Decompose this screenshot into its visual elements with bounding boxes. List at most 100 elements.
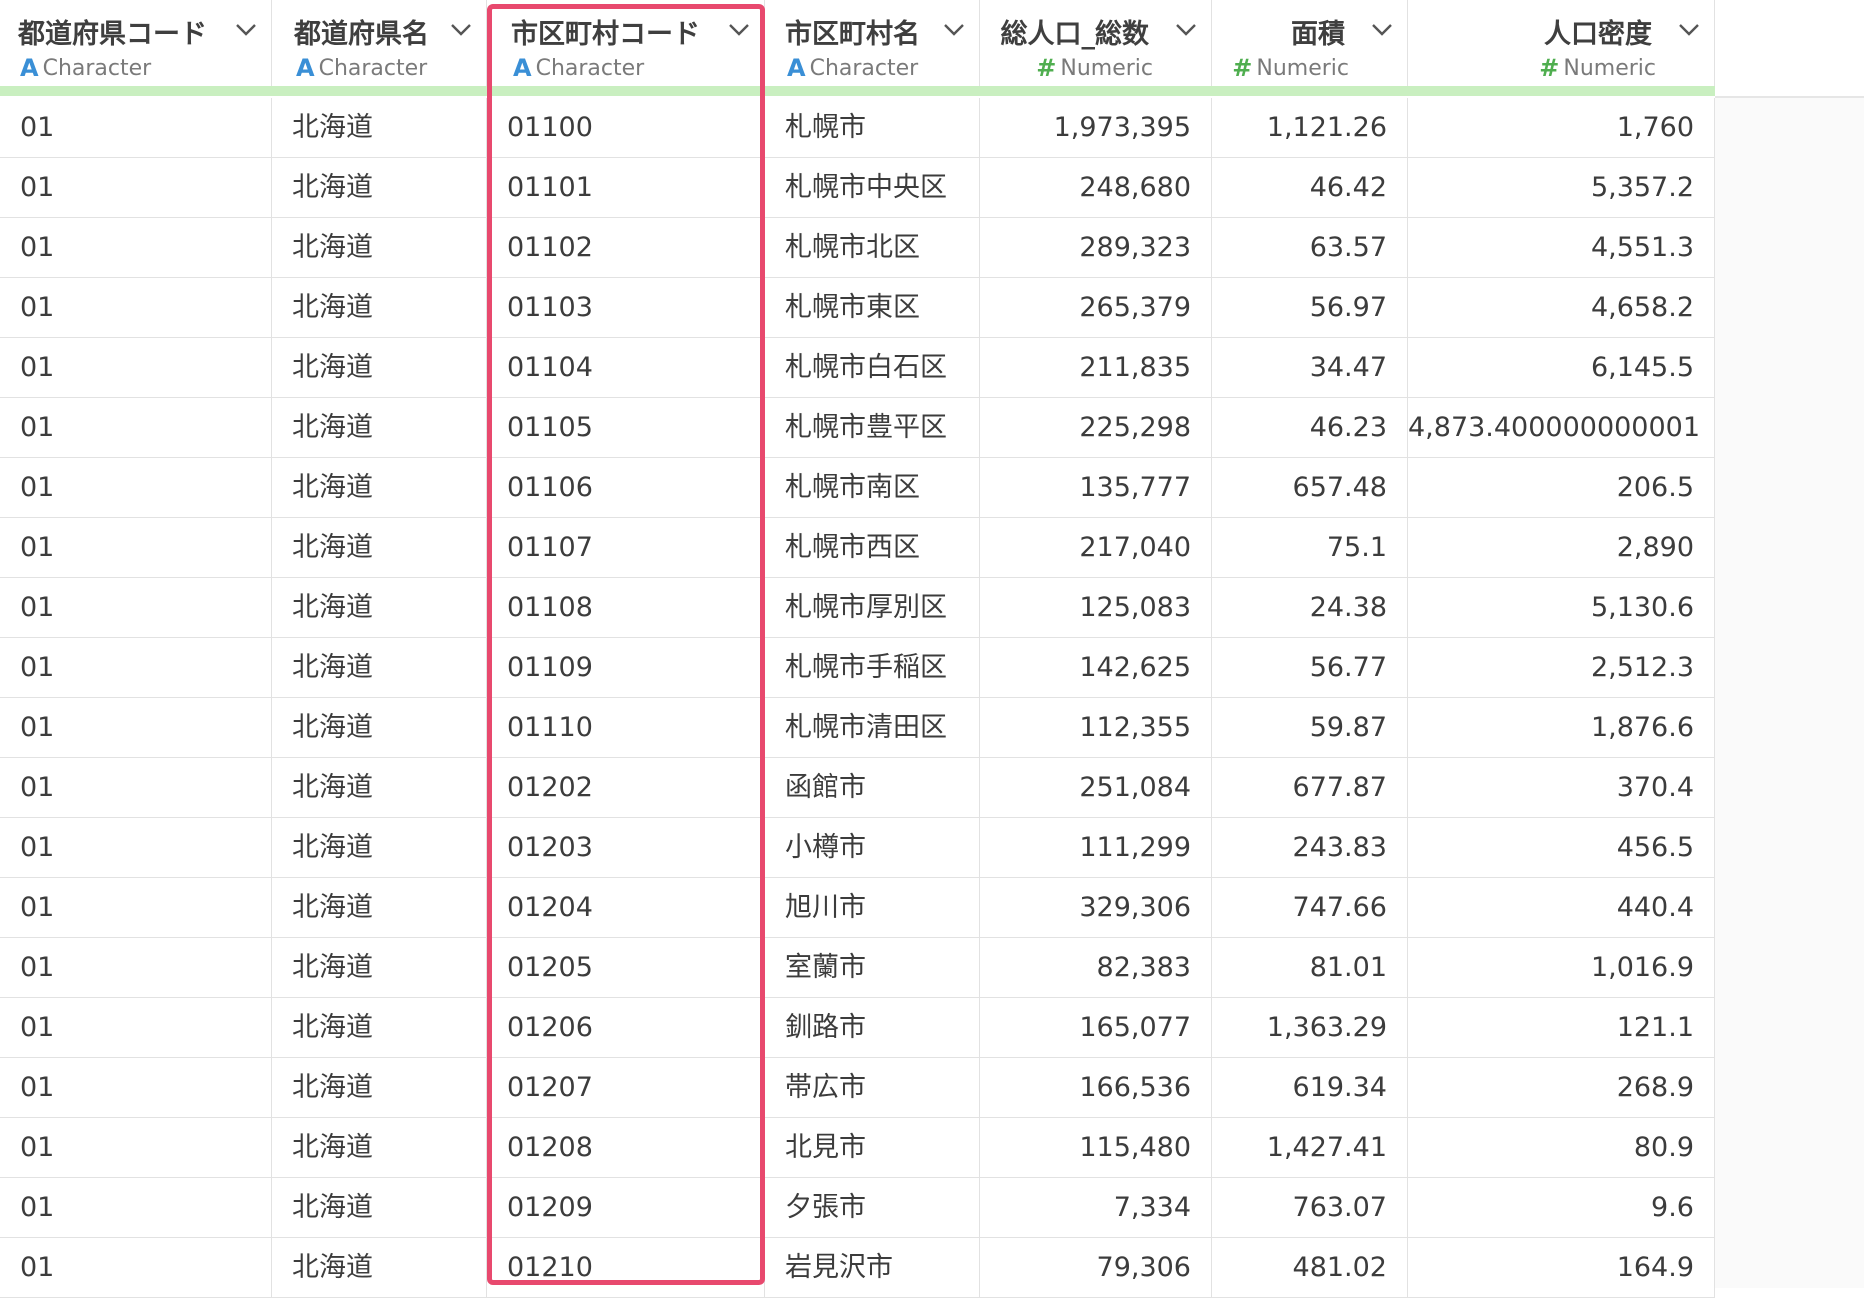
column-header-4[interactable]: 総人口_総数 # Numeric bbox=[980, 0, 1212, 88]
table-cell[interactable]: 206.5 bbox=[1408, 458, 1715, 518]
column-header-6[interactable]: 人口密度 # Numeric bbox=[1408, 0, 1715, 88]
table-cell[interactable]: 北海道 bbox=[272, 98, 487, 158]
table-cell[interactable]: 01 bbox=[0, 698, 272, 758]
table-cell[interactable]: 01 bbox=[0, 818, 272, 878]
table-row[interactable]: 01 北海道 01208 北見市 115,480 1,427.41 80.9 bbox=[0, 1118, 1715, 1178]
table-cell[interactable]: 01 bbox=[0, 758, 272, 818]
table-cell[interactable]: 北海道 bbox=[272, 878, 487, 938]
table-row[interactable]: 01 北海道 01108 札幌市厚別区 125,083 24.38 5,130.6 bbox=[0, 578, 1715, 638]
table-cell[interactable]: 01105 bbox=[487, 398, 765, 458]
table-cell[interactable]: 243.83 bbox=[1212, 818, 1408, 878]
table-cell[interactable]: 札幌市北区 bbox=[765, 218, 980, 278]
table-cell[interactable]: 釧路市 bbox=[765, 998, 980, 1058]
table-cell[interactable]: 135,777 bbox=[980, 458, 1212, 518]
table-cell[interactable]: 01 bbox=[0, 398, 272, 458]
table-cell[interactable]: 夕張市 bbox=[765, 1178, 980, 1238]
table-cell[interactable]: 01 bbox=[0, 218, 272, 278]
table-cell[interactable]: 329,306 bbox=[980, 878, 1212, 938]
table-cell[interactable]: 北海道 bbox=[272, 398, 487, 458]
table-cell[interactable]: 01100 bbox=[487, 98, 765, 158]
table-cell[interactable]: 4,551.3 bbox=[1408, 218, 1715, 278]
table-cell[interactable]: 481.02 bbox=[1212, 1238, 1408, 1298]
table-cell[interactable]: 56.97 bbox=[1212, 278, 1408, 338]
table-cell[interactable]: 岩見沢市 bbox=[765, 1238, 980, 1298]
table-cell[interactable]: 82,383 bbox=[980, 938, 1212, 998]
table-cell[interactable]: 01104 bbox=[487, 338, 765, 398]
table-cell[interactable]: 01 bbox=[0, 878, 272, 938]
table-cell[interactable]: 01203 bbox=[487, 818, 765, 878]
table-cell[interactable]: 166,536 bbox=[980, 1058, 1212, 1118]
table-cell[interactable]: 2,512.3 bbox=[1408, 638, 1715, 698]
table-cell[interactable]: 01101 bbox=[487, 158, 765, 218]
table-cell[interactable]: 164.9 bbox=[1408, 1238, 1715, 1298]
table-cell[interactable]: 01 bbox=[0, 98, 272, 158]
table-row[interactable]: 01 北海道 01104 札幌市白石区 211,835 34.47 6,145.5 bbox=[0, 338, 1715, 398]
table-cell[interactable]: 265,379 bbox=[980, 278, 1212, 338]
table-cell[interactable]: 01209 bbox=[487, 1178, 765, 1238]
table-cell[interactable]: 1,876.6 bbox=[1408, 698, 1715, 758]
table-cell[interactable]: 111,299 bbox=[980, 818, 1212, 878]
table-cell[interactable]: 札幌市中央区 bbox=[765, 158, 980, 218]
table-row[interactable]: 01 北海道 01210 岩見沢市 79,306 481.02 164.9 bbox=[0, 1238, 1715, 1298]
table-cell[interactable]: 59.87 bbox=[1212, 698, 1408, 758]
table-cell[interactable]: 札幌市南区 bbox=[765, 458, 980, 518]
table-cell[interactable]: 01108 bbox=[487, 578, 765, 638]
table-cell[interactable]: 01207 bbox=[487, 1058, 765, 1118]
table-cell[interactable]: 札幌市厚別区 bbox=[765, 578, 980, 638]
table-cell[interactable]: 01107 bbox=[487, 518, 765, 578]
chevron-down-icon[interactable] bbox=[1678, 23, 1700, 37]
table-cell[interactable]: 北海道 bbox=[272, 998, 487, 1058]
table-cell[interactable]: 室蘭市 bbox=[765, 938, 980, 998]
chevron-down-icon[interactable] bbox=[450, 23, 472, 37]
table-row[interactable]: 01 北海道 01100 札幌市 1,973,395 1,121.26 1,760 bbox=[0, 98, 1715, 158]
table-cell[interactable]: 79,306 bbox=[980, 1238, 1212, 1298]
table-cell[interactable]: 帯広市 bbox=[765, 1058, 980, 1118]
table-cell[interactable]: 01204 bbox=[487, 878, 765, 938]
table-row[interactable]: 01 北海道 01105 札幌市豊平区 225,298 46.23 4,873.400000… bbox=[0, 398, 1715, 458]
table-cell[interactable]: 677.87 bbox=[1212, 758, 1408, 818]
table-cell[interactable]: 7,334 bbox=[980, 1178, 1212, 1238]
table-cell[interactable]: 01205 bbox=[487, 938, 765, 998]
column-header-0[interactable]: 都道府県コード A Character bbox=[0, 0, 272, 88]
table-cell[interactable]: 121.1 bbox=[1408, 998, 1715, 1058]
table-cell[interactable]: 北海道 bbox=[272, 938, 487, 998]
table-cell[interactable]: 札幌市 bbox=[765, 98, 980, 158]
table-row[interactable]: 01 北海道 01109 札幌市手稲区 142,625 56.77 2,512.3 bbox=[0, 638, 1715, 698]
column-header-1[interactable]: 都道府県名 A Character bbox=[272, 0, 487, 88]
table-cell[interactable]: 北海道 bbox=[272, 158, 487, 218]
table-cell[interactable]: 01110 bbox=[487, 698, 765, 758]
table-row[interactable]: 01 北海道 01209 夕張市 7,334 763.07 9.6 bbox=[0, 1178, 1715, 1238]
table-row[interactable]: 01 北海道 01103 札幌市東区 265,379 56.97 4,658.2 bbox=[0, 278, 1715, 338]
table-cell[interactable]: 01 bbox=[0, 1058, 272, 1118]
table-cell[interactable]: 01 bbox=[0, 578, 272, 638]
chevron-down-icon[interactable] bbox=[235, 23, 257, 37]
table-cell[interactable]: 01 bbox=[0, 1238, 272, 1298]
table-cell[interactable]: 657.48 bbox=[1212, 458, 1408, 518]
table-cell[interactable]: 北海道 bbox=[272, 518, 487, 578]
table-cell[interactable]: 248,680 bbox=[980, 158, 1212, 218]
table-cell[interactable]: 1,427.41 bbox=[1212, 1118, 1408, 1178]
table-cell[interactable]: 4,658.2 bbox=[1408, 278, 1715, 338]
table-cell[interactable]: 北海道 bbox=[272, 638, 487, 698]
table-cell[interactable]: 札幌市清田区 bbox=[765, 698, 980, 758]
table-cell[interactable]: 01210 bbox=[487, 1238, 765, 1298]
table-cell[interactable]: 北海道 bbox=[272, 1058, 487, 1118]
table-cell[interactable]: 370.4 bbox=[1408, 758, 1715, 818]
table-cell[interactable]: 01 bbox=[0, 938, 272, 998]
table-cell[interactable]: 81.01 bbox=[1212, 938, 1408, 998]
table-cell[interactable]: 札幌市豊平区 bbox=[765, 398, 980, 458]
table-cell[interactable]: 289,323 bbox=[980, 218, 1212, 278]
table-cell[interactable]: 北海道 bbox=[272, 698, 487, 758]
table-cell[interactable]: 北海道 bbox=[272, 338, 487, 398]
table-cell[interactable]: 01 bbox=[0, 158, 272, 218]
table-cell[interactable]: 217,040 bbox=[980, 518, 1212, 578]
chevron-down-icon[interactable] bbox=[1175, 23, 1197, 37]
table-cell[interactable]: 1,016.9 bbox=[1408, 938, 1715, 998]
table-cell[interactable]: 北海道 bbox=[272, 1178, 487, 1238]
table-row[interactable]: 01 北海道 01102 札幌市北区 289,323 63.57 4,551.3 bbox=[0, 218, 1715, 278]
table-cell[interactable]: 456.5 bbox=[1408, 818, 1715, 878]
table-cell[interactable]: 01 bbox=[0, 1118, 272, 1178]
table-cell[interactable]: 63.57 bbox=[1212, 218, 1408, 278]
table-cell[interactable]: 46.42 bbox=[1212, 158, 1408, 218]
table-cell[interactable]: 6,145.5 bbox=[1408, 338, 1715, 398]
